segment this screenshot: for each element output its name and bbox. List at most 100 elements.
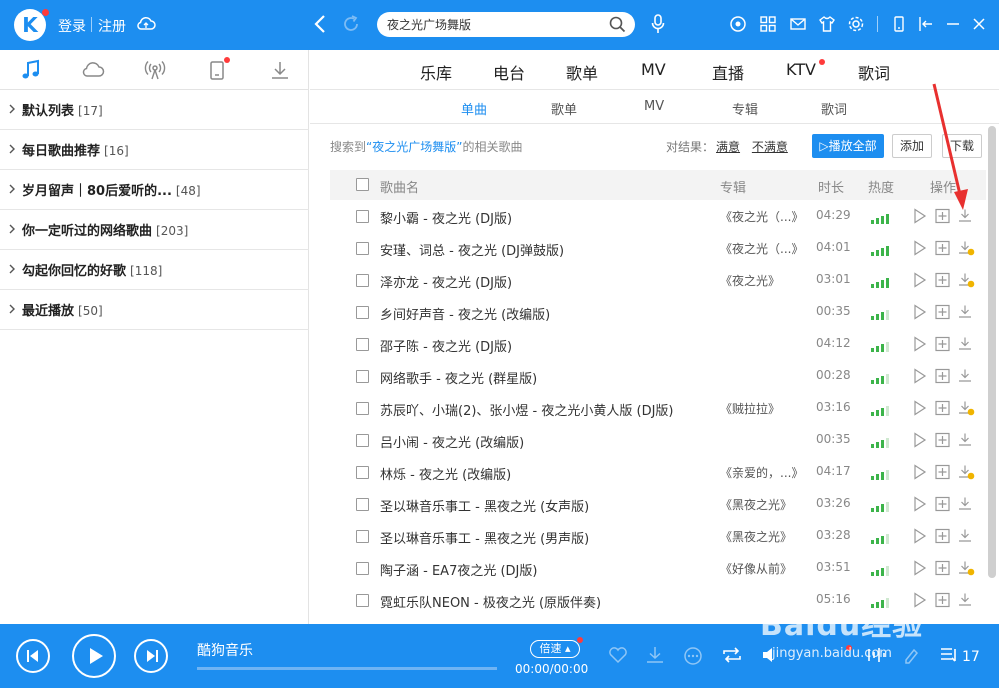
play-icon[interactable] bbox=[913, 368, 927, 384]
cloud-icon[interactable] bbox=[81, 59, 105, 81]
download-icon[interactable] bbox=[958, 272, 975, 289]
phone-icon[interactable] bbox=[207, 59, 227, 81]
search-icon[interactable] bbox=[609, 16, 626, 33]
mini-mode-icon[interactable] bbox=[891, 15, 907, 33]
table-row[interactable]: 网络歌手 - 夜之光 (群星版) 00:28 bbox=[330, 360, 986, 392]
song-album[interactable]: 《贼拉拉》 bbox=[720, 400, 780, 417]
radio-icon[interactable] bbox=[144, 59, 166, 81]
song-album[interactable]: 《夜之光（...》 bbox=[720, 208, 803, 225]
kugou-logo[interactable]: K bbox=[14, 9, 46, 41]
download-icon[interactable] bbox=[958, 592, 975, 609]
play-icon[interactable] bbox=[913, 304, 927, 320]
add-to-list-icon[interactable] bbox=[935, 336, 950, 352]
song-title[interactable]: 黎小霸 - 夜之光 (DJ版) bbox=[380, 208, 512, 227]
skin-shirt-icon[interactable] bbox=[818, 15, 836, 33]
add-to-list-icon[interactable] bbox=[935, 464, 950, 480]
song-album[interactable]: 《好像从前》 bbox=[720, 560, 792, 577]
song-title[interactable]: 圣以琳音乐事工 - 黑夜之光 (男声版) bbox=[380, 528, 589, 547]
nav-live[interactable]: 直播 bbox=[712, 60, 744, 84]
table-row[interactable]: 安瑾、词总 - 夜之光 (DJ弹鼓版) 《夜之光（...》 04:01 bbox=[330, 232, 986, 264]
play-all-button[interactable]: ▷播放全部 bbox=[812, 134, 884, 158]
song-title[interactable]: 吕小闹 - 夜之光 (改编版) bbox=[380, 432, 524, 451]
download-icon[interactable] bbox=[958, 304, 975, 321]
cloud-sync-icon[interactable] bbox=[136, 15, 156, 33]
minimize-icon[interactable] bbox=[944, 15, 962, 33]
table-row[interactable]: 乡间好声音 - 夜之光 (改编版) 00:35 bbox=[330, 296, 986, 328]
lyrics-icon[interactable] bbox=[902, 646, 922, 664]
add-to-list-icon[interactable] bbox=[935, 272, 950, 288]
nav-library[interactable]: 乐库 bbox=[420, 60, 452, 84]
more-icon[interactable] bbox=[683, 646, 703, 666]
add-to-list-icon[interactable] bbox=[935, 560, 950, 576]
previous-button[interactable] bbox=[16, 639, 50, 673]
song-album[interactable]: 《黑夜之光》 bbox=[720, 496, 792, 513]
song-title[interactable]: 网络歌手 - 夜之光 (群星版) bbox=[380, 368, 537, 387]
row-checkbox[interactable] bbox=[356, 306, 369, 319]
voice-search-icon[interactable] bbox=[650, 13, 666, 35]
playlist-item[interactable]: 岁月留声｜80后爱听的... [48] bbox=[0, 170, 309, 210]
add-to-list-icon[interactable] bbox=[935, 496, 950, 512]
table-row[interactable]: 圣以琳音乐事工 - 黑夜之光 (女声版) 《黑夜之光》 03:26 bbox=[330, 488, 986, 520]
scrollbar[interactable] bbox=[988, 126, 996, 578]
add-to-list-icon[interactable] bbox=[935, 304, 950, 320]
playlist-item[interactable]: 每日歌曲推荐 [16] bbox=[0, 130, 309, 170]
download-icon[interactable] bbox=[269, 59, 291, 81]
download-icon[interactable] bbox=[958, 496, 975, 513]
settings-gear-icon[interactable] bbox=[847, 15, 865, 33]
nav-mv[interactable]: MV bbox=[641, 60, 666, 79]
nav-radio[interactable]: 电台 bbox=[493, 60, 525, 84]
add-to-list-icon[interactable] bbox=[935, 208, 950, 224]
next-button[interactable] bbox=[134, 639, 168, 673]
row-checkbox[interactable] bbox=[356, 562, 369, 575]
queue-list-icon[interactable] bbox=[939, 646, 959, 664]
download-button[interactable]: 下载 bbox=[942, 134, 982, 158]
table-row[interactable]: 林烁 - 夜之光 (改编版) 《亲爱的，...》 04:17 bbox=[330, 456, 986, 488]
feedback-good-link[interactable]: 满意 bbox=[716, 140, 740, 154]
row-checkbox[interactable] bbox=[356, 338, 369, 351]
mail-icon[interactable] bbox=[789, 15, 807, 33]
progress-bar[interactable] bbox=[197, 667, 497, 670]
play-icon[interactable] bbox=[913, 464, 927, 480]
song-title[interactable]: 圣以琳音乐事工 - 黑夜之光 (女声版) bbox=[380, 496, 589, 515]
song-title[interactable]: 乡间好声音 - 夜之光 (改编版) bbox=[380, 304, 550, 323]
tab-lyrics[interactable]: 歌词 bbox=[821, 99, 847, 118]
play-icon[interactable] bbox=[913, 272, 927, 288]
add-to-list-icon[interactable] bbox=[935, 528, 950, 544]
add-to-list-icon[interactable] bbox=[935, 592, 950, 608]
play-icon[interactable] bbox=[913, 560, 927, 576]
tab-mv[interactable]: MV bbox=[644, 99, 664, 114]
login-link[interactable]: 登录 bbox=[58, 16, 86, 36]
song-title[interactable]: 陶子涵 - EA7夜之光 (DJ版) bbox=[380, 560, 537, 579]
download-icon[interactable] bbox=[958, 368, 975, 385]
download-icon[interactable] bbox=[958, 208, 975, 225]
song-title[interactable]: 邵子陈 - 夜之光 (DJ版) bbox=[380, 336, 512, 355]
play-icon[interactable] bbox=[913, 208, 927, 224]
play-icon[interactable] bbox=[913, 400, 927, 416]
play-icon[interactable] bbox=[913, 528, 927, 544]
download-icon[interactable] bbox=[958, 464, 975, 481]
row-checkbox[interactable] bbox=[356, 434, 369, 447]
playlist-item[interactable]: 最近播放 [50] bbox=[0, 290, 309, 330]
target-icon[interactable] bbox=[729, 15, 747, 33]
nav-ktv[interactable]: KTV bbox=[786, 60, 816, 79]
back-icon[interactable] bbox=[312, 13, 328, 35]
table-row[interactable]: 陶子涵 - EA7夜之光 (DJ版) 《好像从前》 03:51 bbox=[330, 552, 986, 584]
row-checkbox[interactable] bbox=[356, 402, 369, 415]
play-icon[interactable] bbox=[913, 432, 927, 448]
table-row[interactable]: 泽亦龙 - 夜之光 (DJ版) 《夜之光》 03:01 bbox=[330, 264, 986, 296]
play-icon[interactable] bbox=[913, 496, 927, 512]
table-row[interactable]: 圣以琳音乐事工 - 黑夜之光 (男声版) 《黑夜之光》 03:28 bbox=[330, 520, 986, 552]
playlist-item[interactable]: 勾起你回忆的好歌 [118] bbox=[0, 250, 309, 290]
row-checkbox[interactable] bbox=[356, 466, 369, 479]
add-button[interactable]: 添加 bbox=[892, 134, 932, 158]
row-checkbox[interactable] bbox=[356, 594, 369, 607]
download-icon[interactable] bbox=[958, 400, 975, 417]
song-title[interactable]: 霓虹乐队NEON - 极夜之光 (原版伴奏) bbox=[380, 592, 601, 611]
select-all-checkbox[interactable] bbox=[356, 178, 369, 191]
close-icon[interactable] bbox=[970, 15, 988, 33]
song-album[interactable]: 《夜之光（...》 bbox=[720, 240, 803, 257]
song-album[interactable]: 《黑夜之光》 bbox=[720, 528, 792, 545]
row-checkbox[interactable] bbox=[356, 210, 369, 223]
playlist-item[interactable]: 你一定听过的网络歌曲 [203] bbox=[0, 210, 309, 250]
table-row[interactable]: 吕小闹 - 夜之光 (改编版) 00:35 bbox=[330, 424, 986, 456]
